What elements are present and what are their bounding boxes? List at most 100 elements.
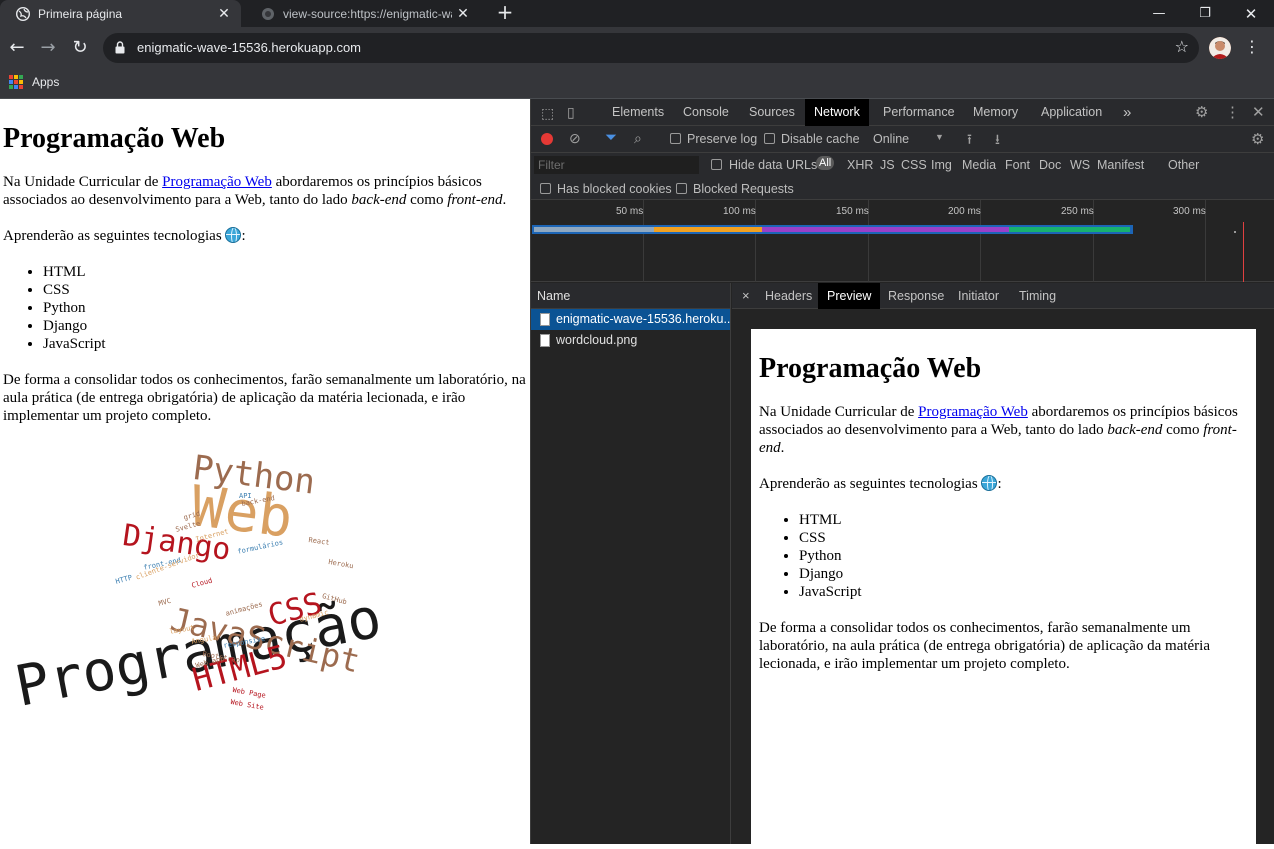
kebab-menu-icon[interactable]: ⋮ [1225, 103, 1240, 121]
list-item: Python [799, 547, 1248, 565]
wordcloud-word: Web Page [231, 686, 267, 700]
browser-tab-primeira-pagina[interactable]: Primeira página ✕ [0, 0, 241, 27]
filter-type-ws[interactable]: WS [1070, 158, 1090, 172]
programacao-web-link[interactable]: Programação Web [918, 404, 1028, 420]
close-tab-icon[interactable]: ✕ [452, 5, 474, 22]
browser-toolbar: ← → ↻ enigmatic-wave-15536.herokuapp.com… [0, 27, 1274, 69]
wordcloud-word: React [308, 536, 331, 547]
document-icon [540, 313, 550, 326]
search-icon[interactable]: ⌕ [634, 130, 642, 147]
record-icon[interactable] [541, 133, 553, 145]
filter-type-img[interactable]: Img [931, 158, 952, 172]
list-item: JavaScript [43, 335, 527, 353]
reload-icon[interactable]: ↻ [68, 36, 92, 60]
bookmark-star-icon[interactable]: ☆ [1175, 37, 1189, 56]
tab-network[interactable]: Network [805, 99, 869, 126]
intro-emphasis: back-end [1107, 422, 1163, 438]
filter-input[interactable]: Filter [534, 156, 699, 174]
close-window-icon[interactable]: ✕ [1228, 0, 1274, 27]
request-row[interactable]: wordcloud.png [531, 330, 730, 351]
browser-tab-view-source[interactable]: view-source:https://enigmatic-wa ✕ [245, 0, 480, 27]
network-overview-timeline: 50 ms 100 ms 150 ms 200 ms 250 ms 300 ms [531, 200, 1274, 282]
filter-type-css[interactable]: CSS [901, 158, 927, 172]
timeline-segment-waiting [1009, 227, 1130, 232]
web-page: Programação Web Na Unidade Curricular de… [0, 99, 530, 844]
restore-icon[interactable]: ❐ [1182, 0, 1228, 27]
close-tab-icon[interactable]: ✕ [213, 5, 235, 22]
chevron-down-icon: ▼ [935, 132, 944, 142]
import-har-icon[interactable]: ⭱ [967, 129, 972, 153]
blocked-requests-checkbox[interactable] [676, 183, 687, 194]
page-title: Programação Web [3, 123, 226, 154]
blocked-requests-label: Blocked Requests [693, 182, 794, 196]
minimize-icon[interactable]: — [1136, 0, 1182, 27]
timeline-tick-label: 150 ms [836, 206, 869, 217]
profile-avatar[interactable] [1209, 37, 1231, 59]
tab-elements[interactable]: Elements [603, 99, 673, 126]
filter-type-xhr[interactable]: XHR [847, 158, 873, 172]
bookmarks-bar: Apps [0, 69, 1274, 99]
has-blocked-cookies-checkbox[interactable] [540, 183, 551, 194]
filter-type-all[interactable]: All [816, 156, 835, 170]
tab-application[interactable]: Application [1032, 99, 1111, 126]
network-settings-gear-icon[interactable]: ⚙ [1251, 130, 1264, 148]
filter-type-other[interactable]: Other [1168, 158, 1199, 172]
intro-emphasis: back-end [351, 192, 407, 208]
tech-intro-text: Aprenderão as seguintes tecnologias [759, 476, 978, 492]
list-item: CSS [43, 281, 527, 299]
more-tabs-icon[interactable]: » [1114, 99, 1140, 126]
lock-icon [115, 41, 125, 54]
browser-menu-icon[interactable]: ⋮ [1244, 37, 1260, 56]
filter-funnel-icon[interactable]: ⏷ [605, 129, 617, 146]
close-devtools-icon[interactable]: ✕ [1252, 103, 1265, 121]
wordcloud-word: HTTP [114, 573, 134, 586]
tab-sources[interactable]: Sources [740, 99, 804, 126]
export-har-icon[interactable]: ⭳ [995, 129, 1000, 153]
programacao-web-link[interactable]: Programação Web [162, 174, 272, 190]
device-toolbar-icon[interactable]: ▯ [567, 104, 575, 121]
tab-memory[interactable]: Memory [964, 99, 1027, 126]
blocked-filter-bar: Has blocked cookies Blocked Requests [531, 177, 1274, 200]
hide-data-urls-checkbox[interactable] [711, 159, 722, 170]
filter-type-doc[interactable]: Doc [1039, 158, 1061, 172]
back-arrow-icon[interactable]: ← [5, 36, 29, 60]
globe-icon [16, 6, 30, 21]
disable-cache-checkbox[interactable] [764, 133, 775, 144]
request-row[interactable]: enigmatic-wave-15536.heroku... [531, 309, 730, 330]
tab-headers[interactable]: Headers [756, 283, 821, 309]
hide-data-urls-label: Hide data URLs [729, 158, 818, 172]
tab-console[interactable]: Console [674, 99, 738, 126]
inspect-element-icon[interactable]: ⬚ [541, 105, 554, 122]
filter-type-media[interactable]: Media [962, 158, 996, 172]
tab-title: Primeira página [38, 6, 123, 21]
list-item: CSS [799, 529, 1248, 547]
preview-technology-list: HTML CSS Python Django JavaScript [799, 511, 1248, 601]
address-bar[interactable]: enigmatic-wave-15536.herokuapp.com ☆ [103, 33, 1199, 63]
filter-type-font[interactable]: Font [1005, 158, 1030, 172]
intro-paragraph: Na Unidade Curricular de Programação Web… [3, 173, 527, 209]
request-name: enigmatic-wave-15536.heroku... [556, 312, 730, 326]
browser-tab-strip: Primeira página ✕ view-source:https://en… [0, 0, 1274, 27]
tech-intro-colon: : [241, 228, 246, 244]
settings-gear-icon[interactable]: ⚙ [1195, 103, 1208, 121]
throttling-select[interactable]: Online [873, 132, 909, 146]
filter-type-js[interactable]: JS [880, 158, 895, 172]
tab-response[interactable]: Response [879, 283, 953, 309]
tab-initiator[interactable]: Initiator [949, 283, 1008, 309]
list-item: JavaScript [799, 583, 1248, 601]
tab-performance[interactable]: Performance [874, 99, 964, 126]
close-detail-icon[interactable]: × [733, 283, 759, 309]
tab-timing[interactable]: Timing [1010, 283, 1065, 309]
wordcloud-word: Cloud [190, 576, 214, 590]
has-blocked-cookies-label: Has blocked cookies [557, 182, 672, 196]
forward-arrow-icon[interactable]: → [36, 36, 60, 60]
name-column-header[interactable]: Name [531, 283, 730, 309]
bookmark-apps[interactable]: Apps [9, 75, 59, 89]
tab-title: view-source:https://enigmatic-wa [283, 6, 452, 21]
tab-preview[interactable]: Preview [818, 283, 881, 309]
filter-type-manifest[interactable]: Manifest [1097, 158, 1144, 172]
timeline-segment-connect [654, 227, 762, 232]
clear-icon[interactable]: ⊘ [569, 130, 581, 147]
new-tab-button[interactable]: + [494, 2, 516, 24]
preserve-log-checkbox[interactable] [670, 133, 681, 144]
